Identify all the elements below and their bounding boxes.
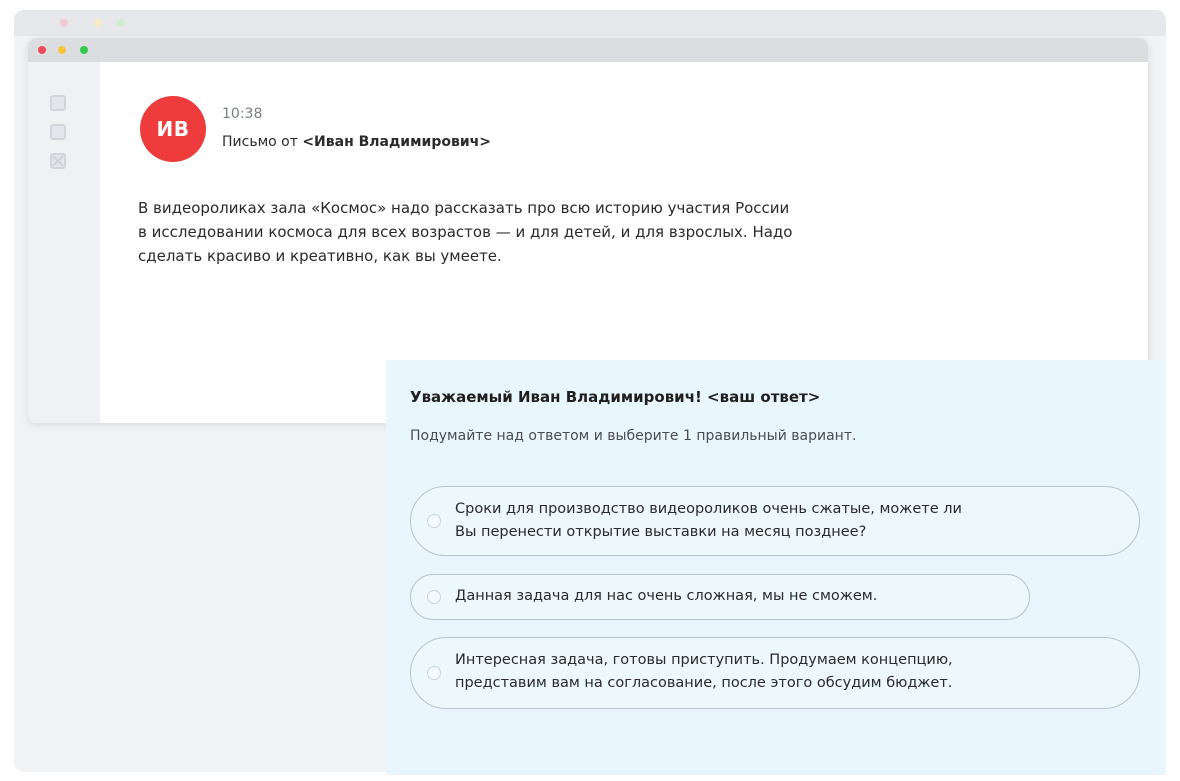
- radio-button[interactable]: [427, 514, 441, 528]
- mail-body-line: сделать красиво и креативно, как вы умее…: [138, 247, 502, 265]
- answer-option-text: Вы перенести открытие выставки на месяц …: [455, 524, 867, 540]
- answer-hint: Подумайте над ответом и выберите 1 прави…: [410, 428, 857, 444]
- answer-option-text: Интересная задача, готовы приступить. Пр…: [455, 652, 953, 668]
- window-close-dot: [60, 19, 68, 27]
- trash-icon[interactable]: [50, 153, 66, 169]
- mail-body-line: В видеороликах зала «Космос» надо расска…: [138, 199, 790, 217]
- answer-option-2[interactable]: Данная задача для нас очень сложная, мы …: [410, 574, 1030, 620]
- window-minimize-dot: [94, 19, 102, 27]
- radio-button[interactable]: [427, 590, 441, 604]
- mail-sender: Письмо от <Иван Владимирович>: [222, 134, 491, 150]
- mail-sidebar: [28, 62, 100, 423]
- mail-time: 10:38: [222, 106, 263, 122]
- background-window-titlebar: [14, 10, 1166, 36]
- answer-option-1[interactable]: Сроки для производство видеороликов очен…: [410, 486, 1140, 556]
- avatar-initials: ИВ: [156, 117, 190, 141]
- answer-panel: Уважаемый Иван Владимирович! <ваш ответ>…: [386, 360, 1166, 775]
- answer-option-text: Данная задача для нас очень сложная, мы …: [455, 588, 878, 604]
- minimize-window-button[interactable]: [58, 46, 66, 54]
- mail-window-titlebar: [28, 38, 1148, 62]
- mail-sender-name: <Иван Владимирович>: [302, 134, 492, 150]
- radio-button[interactable]: [427, 666, 441, 680]
- answer-option-3[interactable]: Интересная задача, готовы приступить. Пр…: [410, 637, 1140, 709]
- mail-body-line: в исследовании космоса для всех возрасто…: [138, 223, 793, 241]
- answer-option-text: Сроки для производство видеороликов очен…: [455, 501, 962, 517]
- folder-icon[interactable]: [50, 124, 66, 140]
- screen: ИВ 10:38 Письмо от <Иван Владимирович> В…: [0, 0, 1180, 781]
- mail-sender-prefix: Письмо от: [222, 134, 303, 150]
- answer-title: Уважаемый Иван Владимирович! <ваш ответ>: [410, 388, 821, 406]
- avatar: ИВ: [140, 96, 206, 162]
- answer-option-text: представим вам на согласование, после эт…: [455, 675, 953, 691]
- maximize-window-button[interactable]: [80, 46, 88, 54]
- close-window-button[interactable]: [38, 46, 46, 54]
- window-maximize-dot: [117, 19, 125, 27]
- mail-body: В видеороликах зала «Космос» надо расска…: [138, 196, 998, 268]
- inbox-icon[interactable]: [50, 95, 66, 111]
